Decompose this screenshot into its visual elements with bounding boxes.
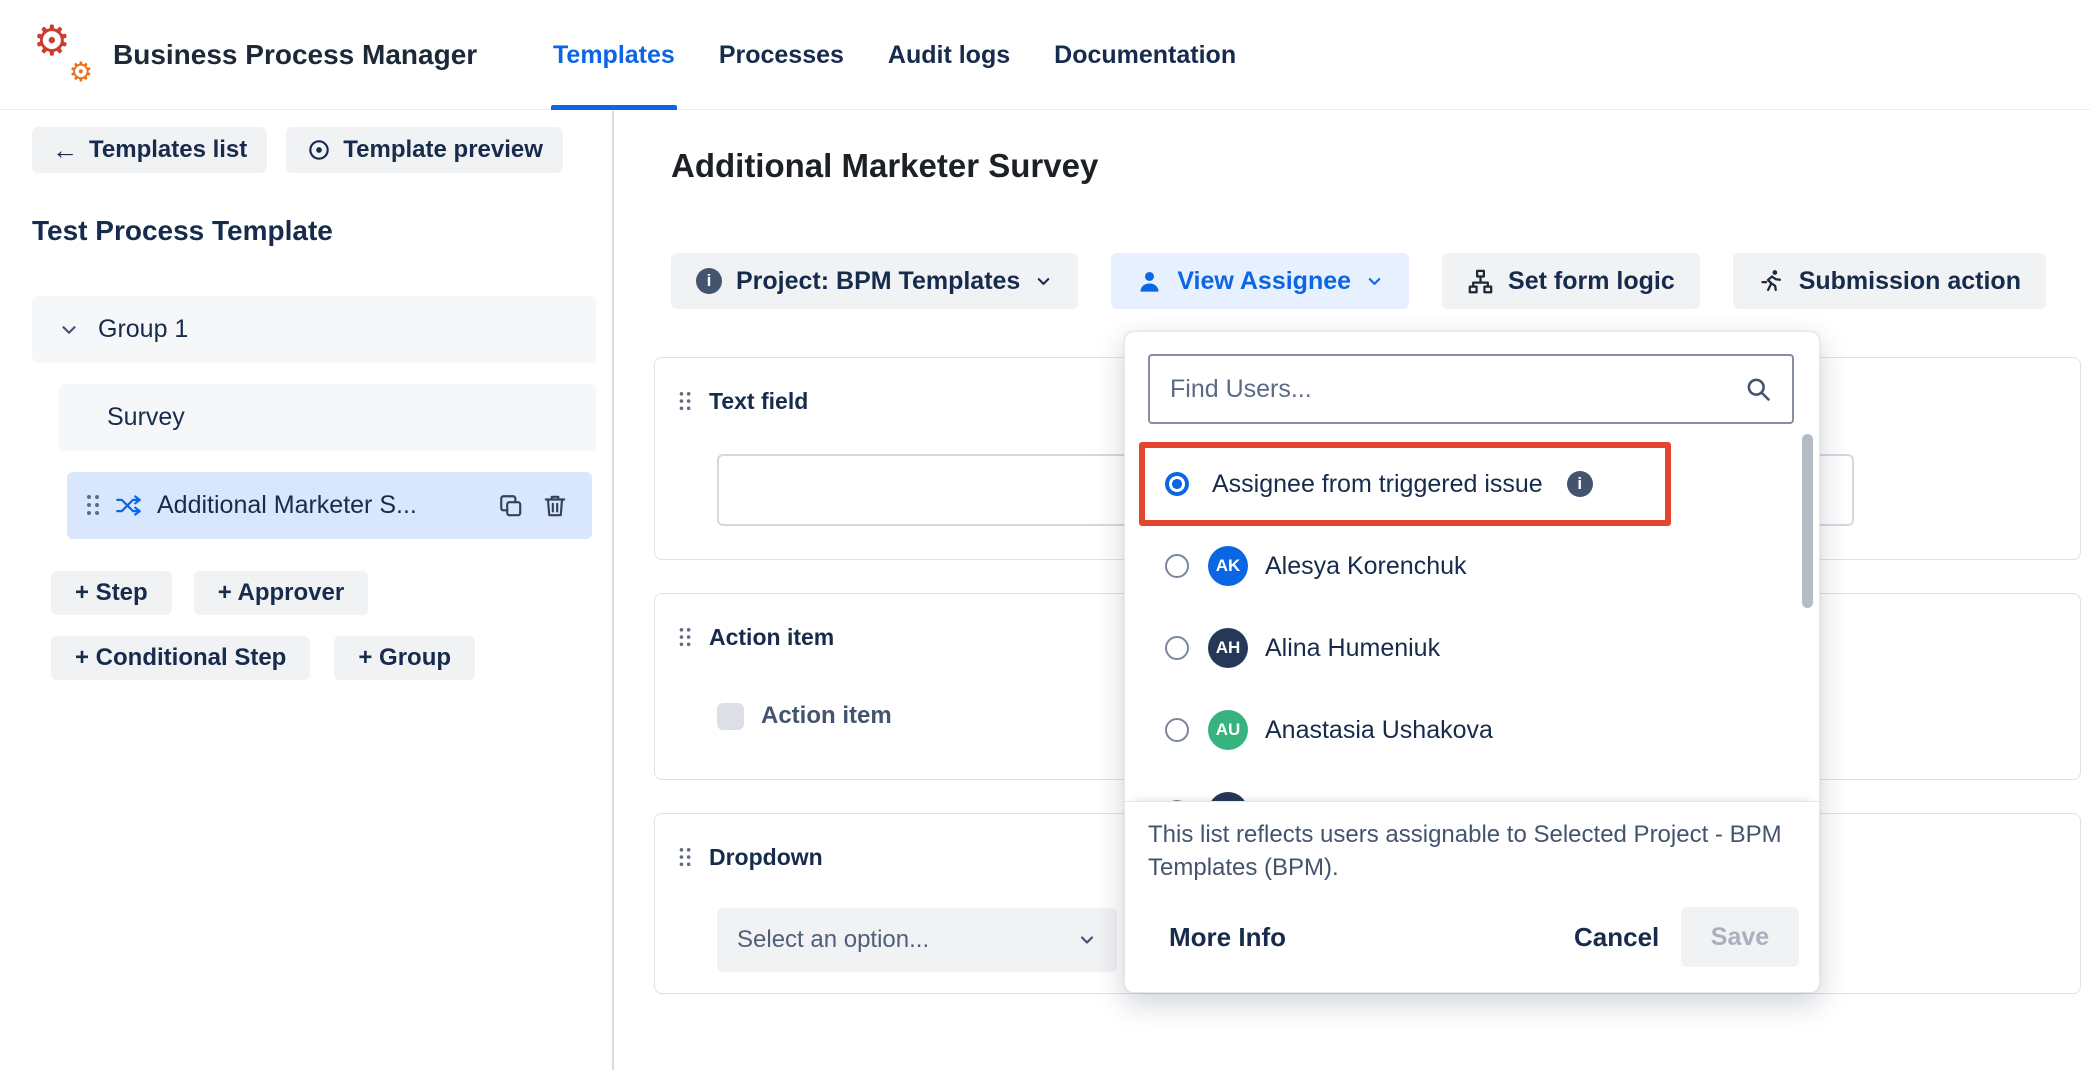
back-button-label: Templates list: [89, 136, 247, 164]
field-label: Action item: [709, 624, 834, 651]
drag-handle-icon[interactable]: [680, 392, 692, 411]
avatar: [1208, 792, 1248, 801]
app-title: Business Process Manager: [113, 39, 477, 71]
action-item-checkbox-label: Action item: [761, 702, 892, 730]
shuffle-icon: [115, 492, 142, 519]
person-icon: [1136, 268, 1163, 295]
primary-nav: Templates Processes Audit logs Documenta…: [553, 0, 1236, 110]
chevron-down-icon: [1034, 272, 1053, 291]
sidebar-item-survey[interactable]: Survey: [59, 384, 596, 451]
popover-footer: This list reflects users assignable to S…: [1125, 801, 1819, 992]
tab-audit-logs[interactable]: Audit logs: [888, 0, 1010, 110]
radio-unselected[interactable]: [1165, 554, 1189, 578]
info-icon: i: [696, 268, 722, 294]
runner-icon: [1758, 268, 1785, 295]
option-user[interactable]: AK Alesya Korenchuk: [1125, 525, 1819, 607]
dropdown-select[interactable]: Select an option...: [717, 908, 1117, 972]
radio-selected[interactable]: [1165, 472, 1189, 496]
drag-handle-icon[interactable]: [680, 628, 692, 647]
avatar: AK: [1208, 546, 1248, 586]
tab-templates[interactable]: Templates: [553, 0, 675, 110]
popover-scrollbar[interactable]: [1802, 434, 1813, 608]
find-users-search-input[interactable]: [1148, 354, 1794, 424]
radio-unselected[interactable]: [1165, 718, 1189, 742]
option-user[interactable]: AH Alina Humeniuk: [1125, 607, 1819, 689]
assignee-button-label: View Assignee: [1177, 267, 1351, 296]
add-group-button[interactable]: + Group: [334, 636, 475, 680]
dropdown-placeholder: Select an option...: [737, 926, 929, 954]
sidebar-item-additional-marketer-survey[interactable]: Additional Marketer S...: [67, 472, 592, 539]
group-row[interactable]: Group 1: [32, 296, 596, 363]
option-label: Assignee from triggered issue: [1212, 470, 1543, 499]
drag-handle-icon[interactable]: [87, 495, 100, 516]
assignee-options-list: Assignee from triggered issue i AK Alesy…: [1125, 443, 1819, 801]
project-selector-button[interactable]: i Project: BPM Templates: [671, 253, 1078, 309]
cancel-button[interactable]: Cancel: [1574, 922, 1659, 953]
page-title: Additional Marketer Survey: [671, 147, 1098, 185]
project-button-label: Project: BPM Templates: [736, 267, 1020, 296]
more-info-link[interactable]: More Info: [1169, 922, 1286, 953]
arrow-left-icon: ←: [52, 137, 78, 163]
avatar: AH: [1208, 628, 1248, 668]
preview-button-label: Template preview: [343, 136, 543, 164]
group-label: Group 1: [98, 315, 188, 344]
form-logic-button-label: Set form logic: [1508, 267, 1675, 296]
add-approver-button[interactable]: + Approver: [194, 571, 368, 615]
assignee-popover: Assignee from triggered issue i AK Alesy…: [1124, 331, 1820, 993]
option-user-partial[interactable]: [1125, 771, 1819, 801]
sidebar: ← Templates list Template preview Test P…: [0, 111, 614, 1070]
add-conditional-step-button[interactable]: + Conditional Step: [51, 636, 310, 680]
view-assignee-button[interactable]: View Assignee: [1111, 253, 1409, 309]
submission-action-button[interactable]: Submission action: [1733, 253, 2046, 309]
template-name-heading: Test Process Template: [32, 215, 333, 247]
preview-target-icon: [306, 137, 332, 163]
chevron-down-icon: [1365, 272, 1384, 291]
add-step-button[interactable]: + Step: [51, 571, 172, 615]
survey-item-label: Survey: [107, 403, 185, 432]
gear-icon: ⚙: [69, 59, 93, 86]
action-item-checkbox[interactable]: [717, 703, 744, 730]
chevron-down-icon: [58, 319, 80, 341]
set-form-logic-button[interactable]: Set form logic: [1442, 253, 1700, 309]
info-icon[interactable]: i: [1567, 471, 1593, 497]
option-assignee-from-triggered-issue[interactable]: Assignee from triggered issue i: [1125, 443, 1819, 525]
toolbar: i Project: BPM Templates View Assignee S…: [671, 253, 2046, 309]
option-user[interactable]: AU Anastasia Ushakova: [1125, 689, 1819, 771]
radio-unselected[interactable]: [1165, 636, 1189, 660]
assignable-users-note: This list reflects users assignable to S…: [1148, 818, 1796, 884]
user-name: Alina Humeniuk: [1265, 634, 1440, 663]
app-logo-gears-icon: ⚙ ⚙: [33, 26, 91, 84]
field-label: Dropdown: [709, 844, 823, 871]
search-icon: [1744, 375, 1772, 403]
chevron-down-icon: [1077, 930, 1097, 950]
page: ⚙ ⚙ Business Process Manager Templates P…: [0, 0, 2090, 1070]
user-name: Alesya Korenchuk: [1265, 552, 1467, 581]
templates-list-back-button[interactable]: ← Templates list: [32, 127, 267, 173]
field-label: Text field: [709, 388, 808, 415]
tab-processes[interactable]: Processes: [719, 0, 844, 110]
gear-icon: ⚙: [33, 20, 71, 62]
save-button-disabled[interactable]: Save: [1681, 907, 1799, 967]
sitemap-icon: [1467, 268, 1494, 295]
avatar: AU: [1208, 710, 1248, 750]
template-preview-button[interactable]: Template preview: [286, 127, 563, 173]
selected-item-label: Additional Marketer S...: [157, 491, 417, 520]
top-navbar: ⚙ ⚙ Business Process Manager Templates P…: [0, 0, 2090, 110]
drag-handle-icon[interactable]: [680, 848, 692, 867]
tab-documentation[interactable]: Documentation: [1054, 0, 1236, 110]
copy-icon[interactable]: [498, 493, 524, 519]
submission-button-label: Submission action: [1799, 267, 2021, 296]
trash-icon[interactable]: [542, 493, 568, 519]
user-name: Anastasia Ushakova: [1265, 716, 1493, 745]
